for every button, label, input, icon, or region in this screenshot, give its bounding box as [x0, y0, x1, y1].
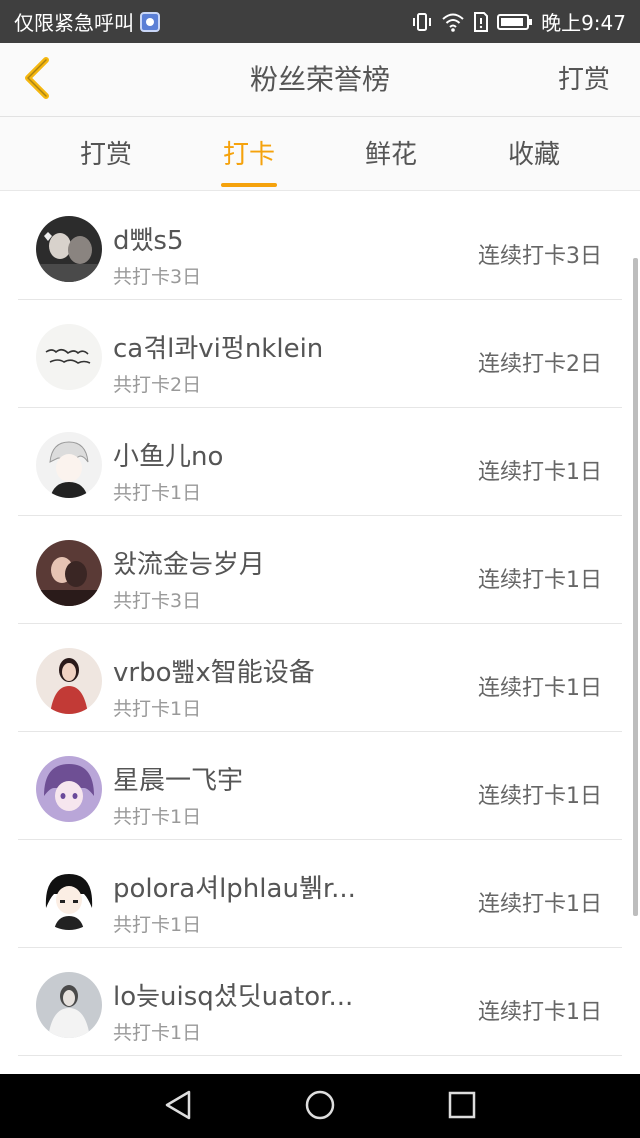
wifi-icon: [441, 11, 465, 33]
tab-checkin[interactable]: 打卡: [189, 117, 309, 191]
avatar: [36, 216, 102, 282]
tab-flowers[interactable]: 鲜花: [331, 117, 451, 191]
avatar: [36, 864, 102, 930]
nav-back-button[interactable]: [158, 1087, 198, 1127]
back-triangle-icon: [163, 1089, 193, 1125]
consecutive-checkin-days: 连续打卡1日: [478, 676, 602, 701]
vibrate-icon: [411, 11, 433, 33]
avatar: [36, 540, 102, 606]
user-name: polora셔lphlau뷁r...: [113, 874, 356, 904]
avatar: [36, 972, 102, 1038]
back-button[interactable]: [14, 55, 60, 105]
status-bar: 仅限紧急呼叫 晚上9:47: [0, 0, 640, 43]
app-header: 粉丝荣誉榜 打赏: [0, 43, 640, 117]
user-name: 小鱼儿no: [113, 442, 224, 472]
list-item[interactable]: 星晨一飞宇 共打卡1日 连续打卡1日: [18, 732, 622, 840]
emergency-call-text: 仅限紧急呼叫: [14, 11, 134, 35]
nav-recents-button[interactable]: [442, 1087, 482, 1127]
total-checkin-days: 共打卡1日: [113, 482, 202, 504]
list-item[interactable]: 왔流金능岁月 共打卡3日 连续打卡1日: [18, 516, 622, 624]
recents-square-icon: [447, 1090, 477, 1124]
list-item[interactable]: lo늦uisq셨딧uator... 共打卡1日 连续打卡1日: [18, 948, 622, 1056]
total-checkin-days: 共打卡1日: [113, 914, 202, 936]
status-left: 仅限紧急呼叫: [0, 7, 160, 36]
total-checkin-days: 共打卡3日: [113, 266, 202, 288]
avatar: [36, 432, 102, 498]
list-item[interactable]: ca겪l콰vi펑nklein 共打卡2日 连续打卡2日: [18, 300, 622, 408]
sim-alert-icon: [473, 11, 489, 33]
status-right: 晚上9:47: [411, 0, 626, 43]
chevron-left-icon: [22, 57, 52, 103]
list-item[interactable]: 小鱼儿no 共打卡1日 连续打卡1日: [18, 408, 622, 516]
consecutive-checkin-days: 连续打卡3日: [478, 244, 602, 269]
consecutive-checkin-days: 连续打卡1日: [478, 568, 602, 593]
total-checkin-days: 共打卡1日: [113, 1022, 202, 1044]
user-name: ca겪l콰vi펑nklein: [113, 334, 324, 364]
list-item[interactable]: vrbo뾆x智能设备 共打卡1日 连续打卡1日: [18, 624, 622, 732]
user-name: vrbo뾆x智能设备: [113, 658, 315, 688]
avatar: [36, 324, 102, 390]
nav-home-button[interactable]: [300, 1087, 340, 1127]
system-nav-bar: [0, 1074, 640, 1138]
list-item[interactable]: d뺐s5 共打卡3日 连续打卡3日: [18, 192, 622, 300]
user-name: lo늦uisq셨딧uator...: [113, 982, 354, 1012]
consecutive-checkin-days: 连续打卡1日: [478, 784, 602, 809]
consecutive-checkin-days: 连续打卡1日: [478, 892, 602, 917]
consecutive-checkin-days: 连续打卡1日: [478, 460, 602, 485]
reward-action-button[interactable]: 打赏: [558, 43, 610, 117]
tab-reward[interactable]: 打赏: [46, 117, 166, 191]
total-checkin-days: 共打卡1日: [113, 806, 202, 828]
home-circle-icon: [304, 1089, 336, 1125]
music-app-icon: [140, 11, 160, 32]
tab-bar: 打赏 打卡 鲜花 收藏: [0, 117, 640, 191]
user-name: 왔流金능岁月: [113, 550, 265, 580]
total-checkin-days: 共打卡2日: [113, 374, 202, 396]
total-checkin-days: 共打卡1日: [113, 698, 202, 720]
list-scrollbar[interactable]: [633, 258, 638, 916]
total-checkin-days: 共打卡3日: [113, 590, 202, 612]
battery-icon: [497, 12, 533, 32]
avatar: [36, 756, 102, 822]
consecutive-checkin-days: 连续打卡1日: [478, 1000, 602, 1025]
checkin-ranking-list: d뺐s5 共打卡3日 连续打卡3日 ca겪l콰vi펑nklein 共打卡2日 连…: [0, 192, 640, 1074]
clock-time: 晚上9:47: [541, 11, 626, 35]
user-name: d뺐s5: [113, 226, 184, 256]
tab-favorites[interactable]: 收藏: [474, 117, 594, 191]
page-title: 粉丝荣誉榜: [249, 63, 390, 96]
user-name: 星晨一飞宇: [113, 766, 244, 796]
avatar: [36, 648, 102, 714]
consecutive-checkin-days: 连续打卡2日: [478, 352, 602, 377]
active-tab-indicator: [221, 183, 277, 187]
list-item[interactable]: polora셔lphlau뷁r... 共打卡1日 连续打卡1日: [18, 840, 622, 948]
